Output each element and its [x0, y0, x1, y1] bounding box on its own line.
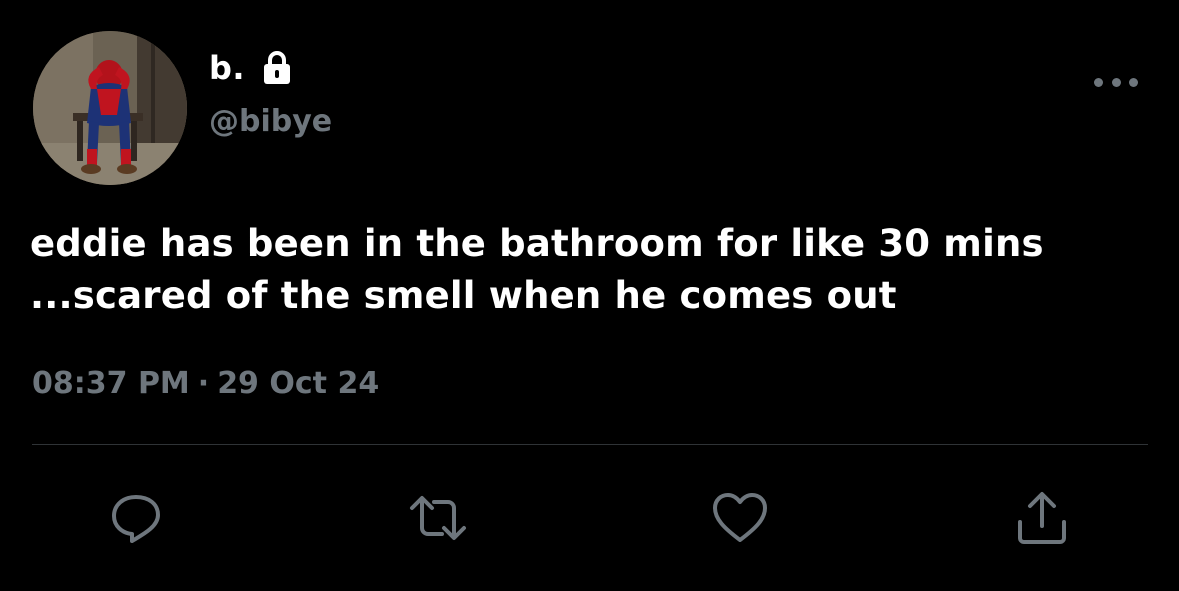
- share-button[interactable]: [1012, 488, 1072, 548]
- heart-icon: [713, 493, 767, 542]
- more-dot: [1111, 77, 1121, 87]
- retweet-icon: [410, 496, 466, 540]
- more-dot: [1094, 77, 1103, 87]
- tweet-timestamp[interactable]: 08:37 PM · 29 Oct 24: [32, 366, 379, 401]
- more-options-icon[interactable]: [1094, 70, 1138, 94]
- display-name-row: b.: [209, 48, 293, 88]
- tweet-text-line: eddie has been in the bathroom for like …: [30, 222, 1044, 265]
- lock-icon: [261, 50, 293, 86]
- tweet-text-line: ...scared of the smell when he comes out: [30, 274, 897, 317]
- display-name[interactable]: b.: [209, 49, 245, 87]
- tweet-card: b. @bibye eddie has been in the bathroom…: [0, 0, 1179, 591]
- tweet-time: 08:37 PM: [32, 366, 190, 401]
- share-icon: [1018, 492, 1066, 544]
- reply-icon: [112, 495, 160, 543]
- reply-button[interactable]: [106, 488, 166, 548]
- avatar[interactable]: [33, 31, 187, 185]
- user-handle[interactable]: @bibye: [209, 104, 332, 139]
- like-button[interactable]: [710, 488, 770, 548]
- divider: [32, 444, 1148, 445]
- meta-separator: ·: [197, 366, 210, 401]
- retweet-button[interactable]: [408, 488, 468, 548]
- tweet-text: eddie has been in the bathroom for like …: [30, 218, 1160, 322]
- more-dot: [1129, 77, 1138, 87]
- tweet-date: 29 Oct 24: [217, 366, 380, 401]
